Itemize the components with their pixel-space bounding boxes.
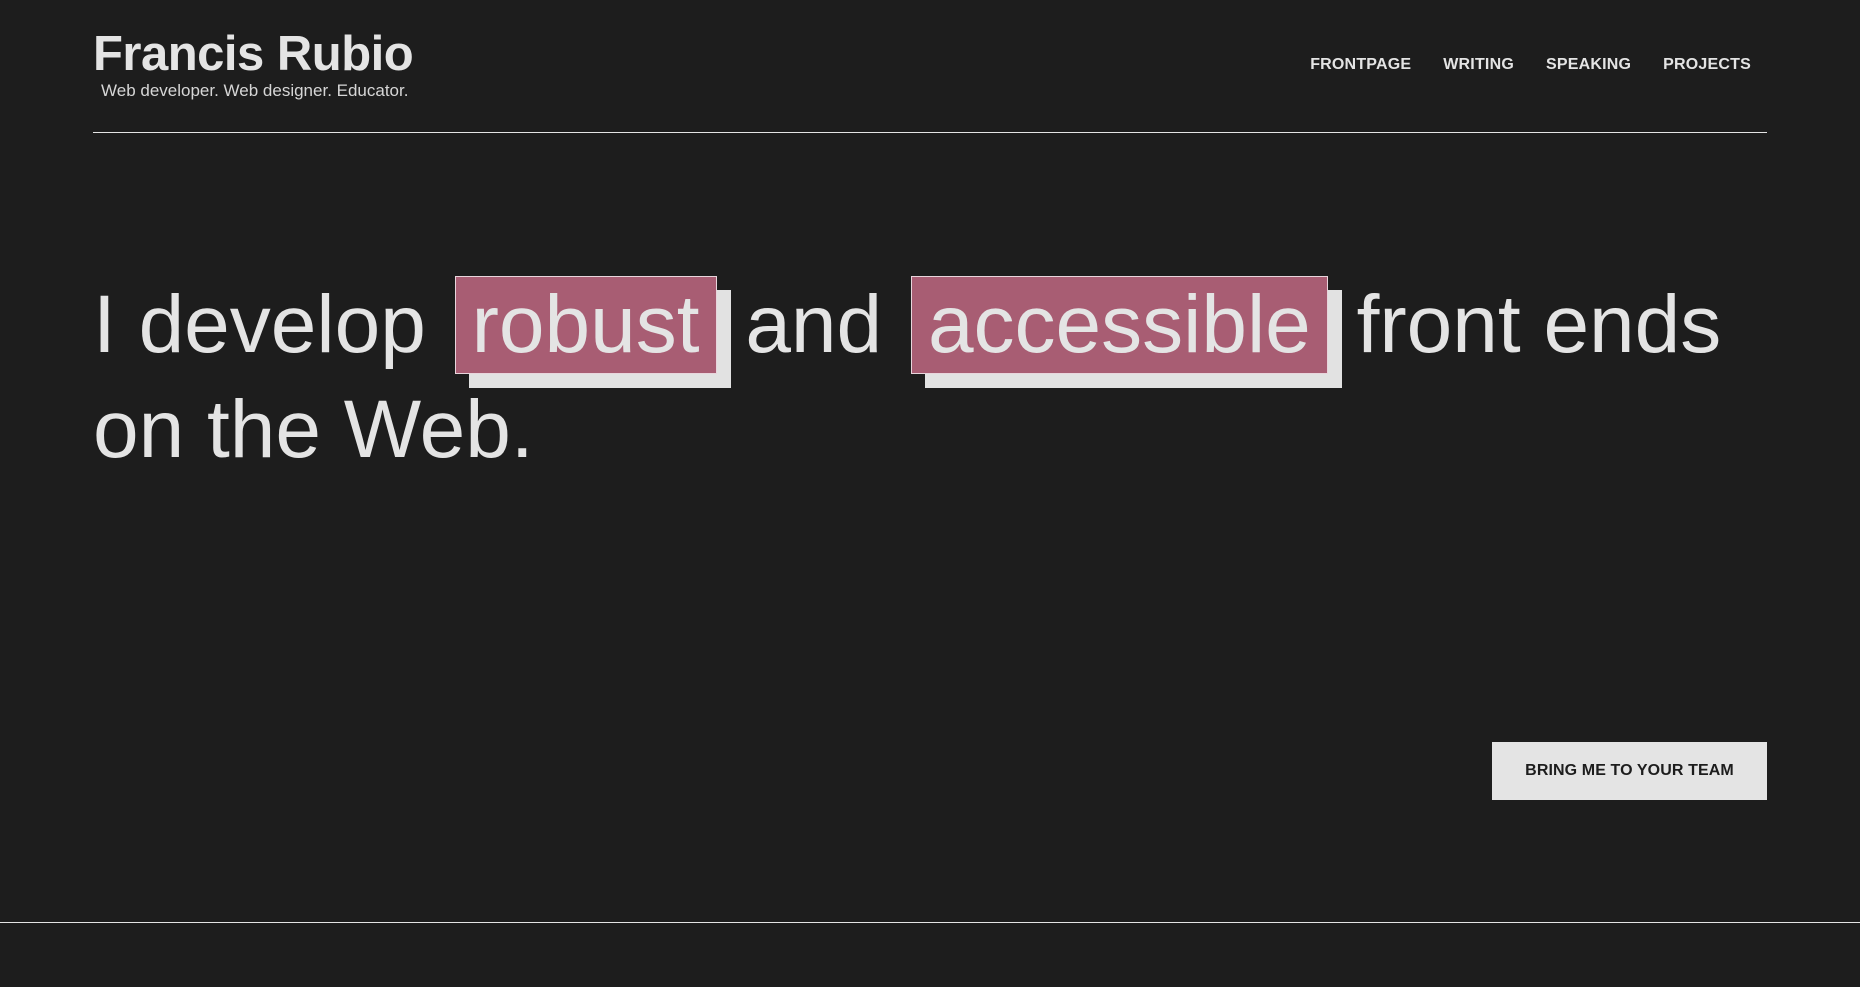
nav-speaking[interactable]: SPEAKING <box>1546 56 1631 74</box>
site-title-link[interactable]: Francis Rubio <box>93 27 414 82</box>
site-tagline: Web developer. Web designer. Educator. <box>101 81 409 100</box>
hero-text-part2: and <box>745 279 883 370</box>
hero-headline: I develop robust and accessible front en… <box>93 272 1793 482</box>
highlight-accessible: accessible <box>910 276 1328 374</box>
nav-writing[interactable]: WRITING <box>1443 56 1514 74</box>
footer-divider <box>0 922 1860 923</box>
nav-projects[interactable]: PROJECTS <box>1663 56 1751 74</box>
nav-frontpage[interactable]: FRONTPAGE <box>1310 56 1411 74</box>
site-header: Francis Rubio Web developer. Web designe… <box>93 0 1767 133</box>
highlight-robust: robust <box>454 276 717 374</box>
main-nav: FRONTPAGE WRITING SPEAKING PROJECTS <box>1310 56 1751 74</box>
bring-me-to-your-team-button[interactable]: BRING ME TO YOUR TEAM <box>1492 742 1767 800</box>
hero-text-part1: I develop <box>93 279 426 370</box>
